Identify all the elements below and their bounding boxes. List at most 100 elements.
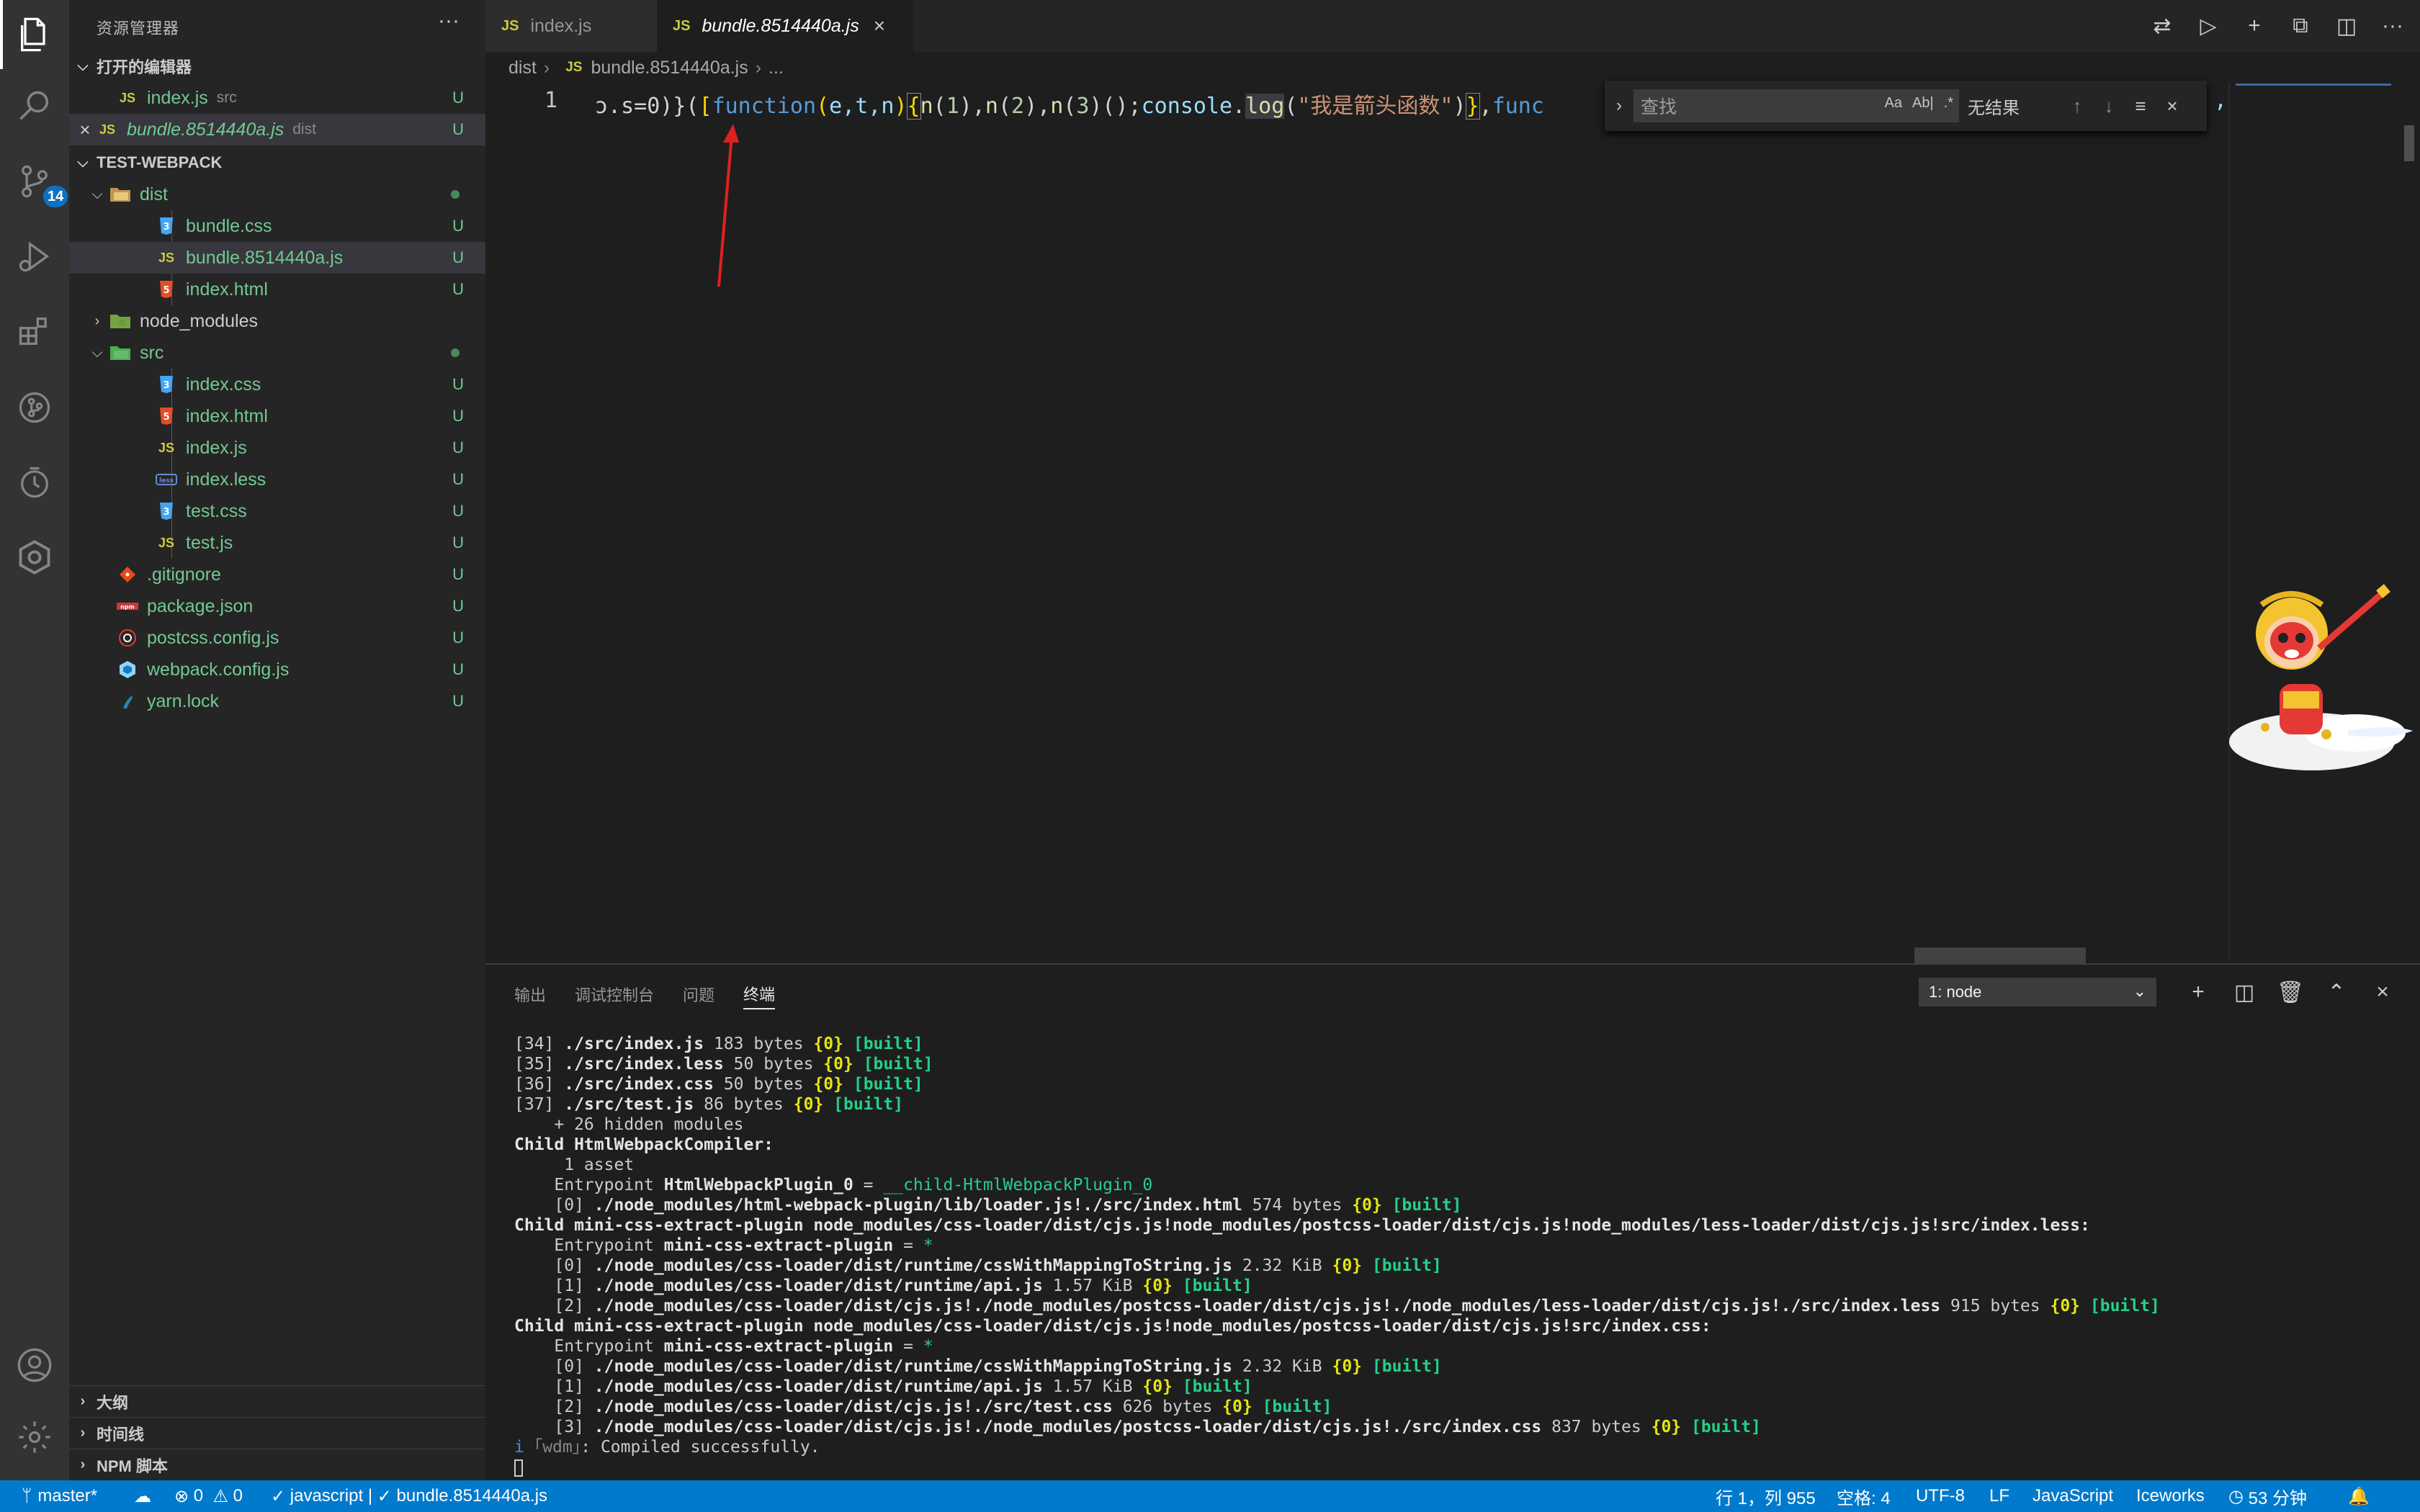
terminal-line: [3] ./node_modules/css-loader/dist/cjs.j… <box>514 1418 1761 1436</box>
tab-debug-console[interactable]: 调试控制台 <box>575 979 654 1009</box>
language-mode[interactable]: JavaScript <box>2033 1480 2113 1512</box>
outline-section[interactable]: › 大纲 <box>69 1385 485 1417</box>
open-editors-header[interactable]: ⌵ 打开的编辑器 <box>69 50 485 82</box>
terminal-line: Child mini-css-extract-plugin node_modul… <box>514 1216 2090 1235</box>
iceworks-icon[interactable] <box>13 536 56 579</box>
timeline-icon[interactable] <box>13 461 56 504</box>
tree-file[interactable]: less index.less U <box>69 464 485 495</box>
cursor-position[interactable]: 行 1，列 955 <box>1716 1480 1816 1512</box>
tree-file[interactable]: 3 index.css U <box>69 369 485 400</box>
node-folder-icon <box>108 310 133 332</box>
open-editor-item[interactable]: JS index.js src U <box>69 82 485 114</box>
panel-actions: + ◫ 🗑 ⌃ × <box>2188 978 2393 1007</box>
encoding-status[interactable]: UTF-8 <box>1916 1480 1965 1512</box>
indentation-status[interactable]: 空格: 4 <box>1837 1480 1891 1512</box>
explorer-icon[interactable] <box>13 13 56 56</box>
breadcrumb-folder[interactable]: dist <box>508 58 537 78</box>
tree-file[interactable]: 5 index.html U <box>69 400 485 432</box>
tab-bundle-js[interactable]: JS bundle.8514440a.js × <box>657 0 913 52</box>
trash-icon[interactable]: 🗑 <box>2277 978 2304 1007</box>
horizontal-scrollbar[interactable] <box>1914 948 2086 963</box>
find-in-selection-icon[interactable]: ≡ <box>2125 95 2156 117</box>
add-icon[interactable]: + <box>2241 10 2267 42</box>
match-case-icon[interactable]: Aa <box>1885 95 1902 112</box>
open-editor-item[interactable]: × JS bundle.8514440a.js dist U <box>69 114 485 145</box>
run-debug-icon[interactable] <box>13 235 56 278</box>
terminal-select[interactable]: 1: node ⌄ <box>1919 978 2156 1007</box>
terminal-output[interactable]: [34] ./src/index.js 183 bytes {0} [built… <box>514 1034 2160 1477</box>
search-icon[interactable] <box>13 85 56 128</box>
settings-gear-icon[interactable] <box>13 1416 56 1459</box>
run-icon[interactable]: ▷ <box>2195 10 2221 42</box>
tree-file[interactable]: postcss.config.js U <box>69 622 485 654</box>
chevron-right-icon: › <box>80 1425 86 1441</box>
folder-icon <box>108 184 133 205</box>
npm-scripts-section[interactable]: › NPM 脚本 <box>69 1449 485 1480</box>
branch-status[interactable]: ᛘ master* <box>22 1480 97 1512</box>
tab-problems[interactable]: 问题 <box>683 979 714 1009</box>
eol-status[interactable]: LF <box>1989 1480 2009 1512</box>
bell-icon[interactable]: 🔔 <box>2348 1480 2370 1512</box>
extensions-icon[interactable] <box>13 310 56 353</box>
error-icon: ⊗ <box>174 1486 189 1506</box>
tree-folder-dist[interactable]: ⌵ dist <box>69 179 485 210</box>
tab-output[interactable]: 输出 <box>514 979 546 1009</box>
tree-file[interactable]: 3 bundle.css U <box>69 210 485 242</box>
project-header[interactable]: ⌵ TEST-WEBPACK <box>69 147 485 179</box>
js-file-icon: JS <box>99 122 116 137</box>
tree-file[interactable]: webpack.config.js U <box>69 654 485 685</box>
tree-file[interactable]: JS test.js U <box>69 527 485 559</box>
close-icon[interactable]: × <box>2156 95 2188 117</box>
split-terminal-icon[interactable]: ◫ <box>2234 978 2254 1007</box>
more-actions-icon[interactable]: ··· <box>438 9 460 33</box>
iceworks-status[interactable]: Iceworks <box>2136 1480 2205 1512</box>
account-icon[interactable] <box>13 1344 56 1387</box>
tree-folder-src[interactable]: ⌵ src <box>69 337 485 369</box>
split-editor-icon[interactable]: ◫ <box>2334 10 2360 42</box>
find-input[interactable]: 查找 Aa Ab| .* <box>1634 89 1959 122</box>
code-editor[interactable]: 1 ɔ.s=0)}([function(e,t,n){n(1),n(2),n(3… <box>485 84 2240 962</box>
html-file-icon: 5 <box>154 405 179 427</box>
toggle-replace-icon[interactable]: › <box>1605 96 1634 116</box>
yarn-file-icon <box>115 690 140 712</box>
open-preview-icon[interactable]: ⧉ <box>2287 10 2313 42</box>
chevron-up-icon[interactable]: ⌃ <box>2326 978 2347 1007</box>
tree-file[interactable]: JS bundle.8514440a.js U <box>69 242 485 274</box>
sync-icon[interactable]: ☁ <box>134 1480 151 1512</box>
code-line[interactable]: ɔ.s=0)}([function(e,t,n){n(1),n(2),n(3)(… <box>595 88 1544 120</box>
tree-file[interactable]: npm package.json U <box>69 590 485 622</box>
arrow-down-icon[interactable]: ↓ <box>2093 95 2125 117</box>
postcss-file-icon <box>115 627 140 649</box>
tree-file[interactable]: 5 index.html U <box>69 274 485 305</box>
time-tracker[interactable]: ◷ 53 分钟 <box>2228 1480 2307 1512</box>
line-number: 1 <box>544 88 558 113</box>
whole-word-icon[interactable]: Ab| <box>1912 95 1934 112</box>
minimap[interactable] <box>2228 84 2401 962</box>
tree-folder-node-modules[interactable]: › node_modules <box>69 305 485 337</box>
breadcrumb-more[interactable]: ... <box>768 58 784 78</box>
compare-changes-icon[interactable]: ⇄ <box>2149 10 2175 42</box>
arrow-up-icon[interactable]: ↑ <box>2061 95 2093 117</box>
tree-file[interactable]: yarn.lock U <box>69 685 485 717</box>
breadcrumb-file[interactable]: bundle.8514440a.js <box>591 58 748 78</box>
tree-file[interactable]: 3 test.css U <box>69 495 485 527</box>
regex-icon[interactable]: .* <box>1944 95 1953 112</box>
timeline-section[interactable]: › 时间线 <box>69 1417 485 1449</box>
tree-file[interactable]: JS index.js U <box>69 432 485 464</box>
tab-terminal[interactable]: 终端 <box>743 979 776 1009</box>
close-icon[interactable]: × <box>2372 978 2393 1007</box>
source-control-icon[interactable]: 14 <box>13 160 68 207</box>
new-terminal-icon[interactable]: + <box>2188 978 2208 1007</box>
close-icon[interactable]: × <box>75 119 95 141</box>
problems-status[interactable]: ⊗ 0 ⚠ 0 <box>174 1480 243 1512</box>
vertical-scrollbar[interactable] <box>2404 125 2414 161</box>
activity-bar: 14 <box>0 0 69 1480</box>
tree-file[interactable]: .gitignore U <box>69 559 485 590</box>
more-actions-icon[interactable]: ··· <box>2380 10 2406 42</box>
git-graph-icon[interactable] <box>13 386 56 429</box>
chevron-right-icon: › <box>543 57 550 78</box>
tab-index-js[interactable]: JS index.js <box>485 0 657 52</box>
eslint-status[interactable]: ✓ javascript | ✓ bundle.8514440a.js <box>271 1480 547 1512</box>
close-icon[interactable]: × <box>874 14 885 37</box>
scm-badge: 14 <box>43 186 68 207</box>
